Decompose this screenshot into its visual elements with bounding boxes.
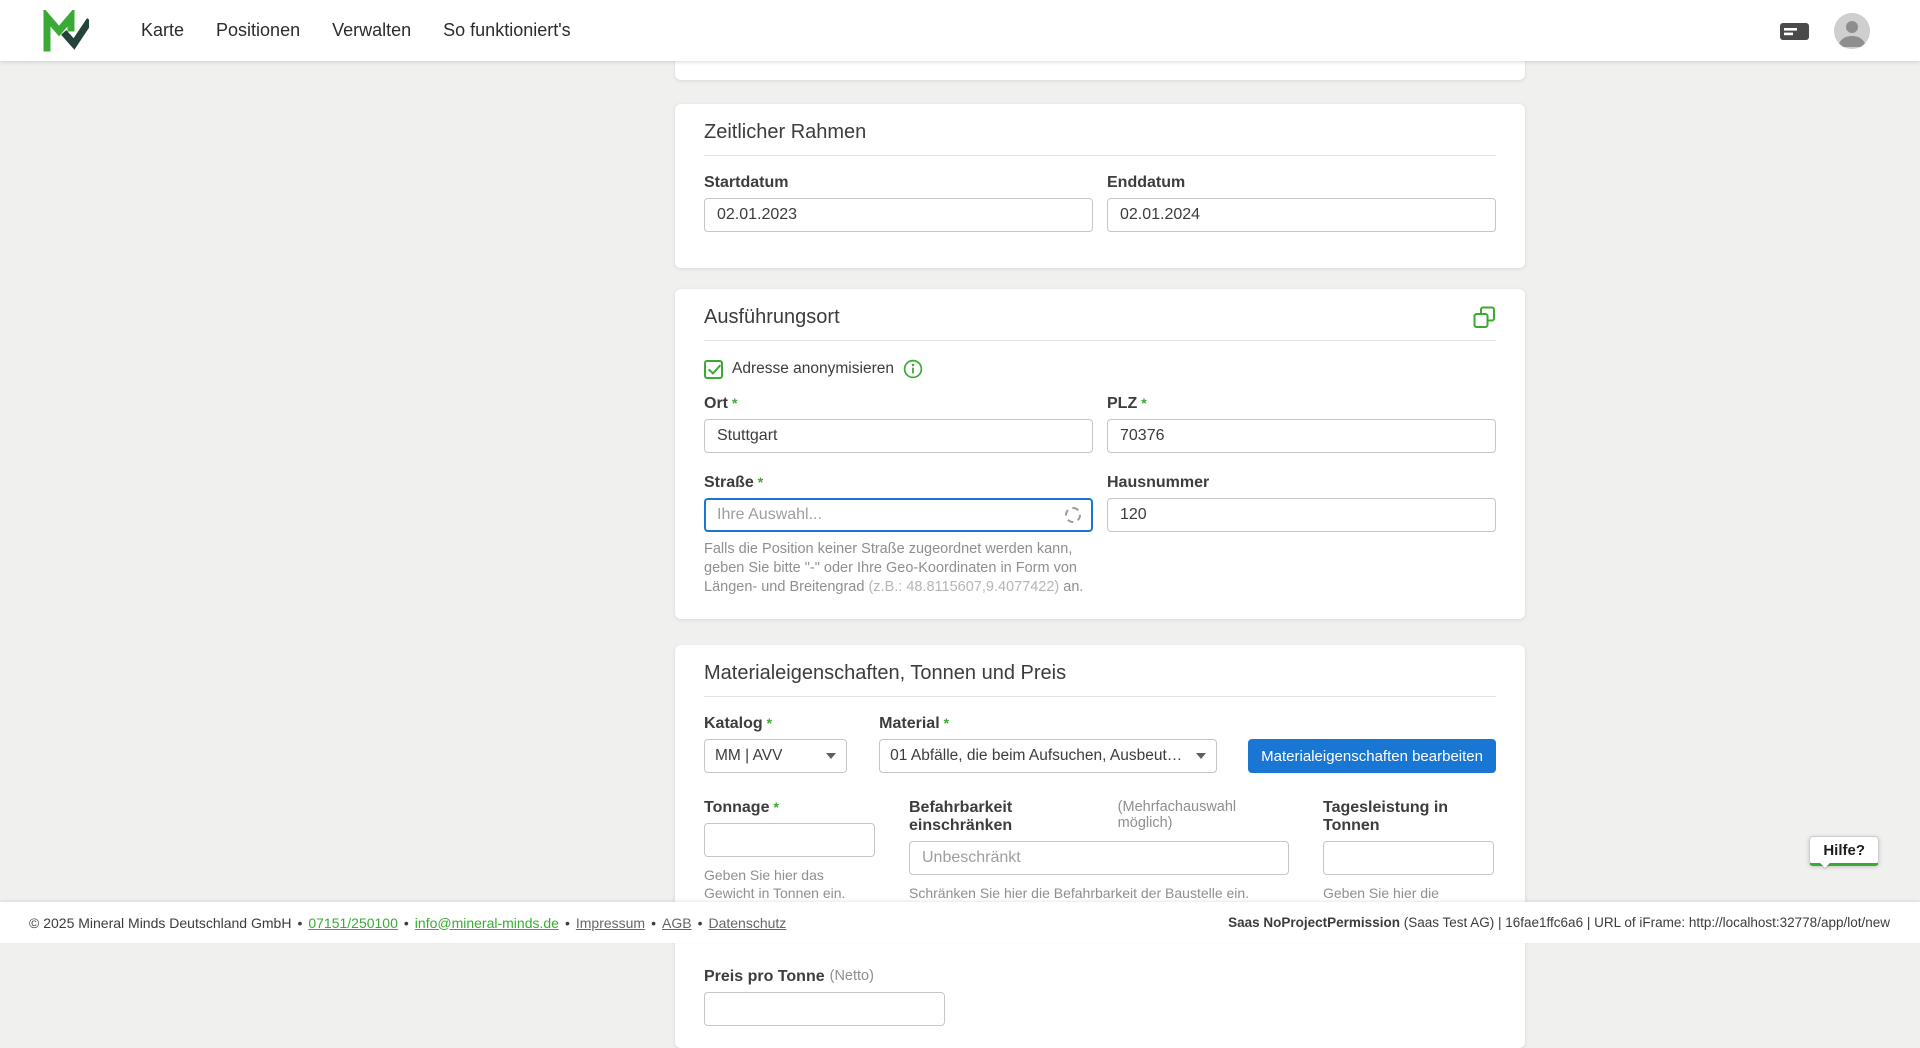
strasse-field: Straße * Falls die Position keiner Straß… bbox=[704, 474, 1093, 597]
divider bbox=[704, 155, 1496, 156]
befahrbarkeit-helper-text: Schränken Sie hier die Befahrbarkeit der… bbox=[909, 884, 1289, 902]
plz-label: PLZ bbox=[1107, 395, 1137, 413]
befahrbarkeit-label-hint: (Mehrfachauswahl möglich) bbox=[1118, 799, 1289, 831]
card-icon[interactable] bbox=[1779, 19, 1810, 43]
material-field: Material * 01 Abfälle, die beim Aufsuche… bbox=[879, 715, 1217, 773]
required-marker: * bbox=[767, 716, 772, 730]
previous-card-bottom bbox=[675, 61, 1525, 80]
time-frame-card: Zeitlicher Rahmen Startdatum Enddatum bbox=[675, 104, 1525, 268]
plz-input[interactable] bbox=[1107, 419, 1496, 453]
time-frame-title: Zeitlicher Rahmen bbox=[704, 121, 1496, 144]
execution-location-card: Ausführungsort Adresse anonymisieren bbox=[675, 289, 1525, 619]
top-navbar: Karte Positionen Verwalten So funktionie… bbox=[0, 0, 1920, 61]
strasse-helper-text: Falls die Position keiner Straße zugeord… bbox=[704, 540, 1093, 597]
tagesleistung-label: Tagesleistung in Tonnen bbox=[1323, 799, 1494, 835]
phone-link[interactable]: 07151/250100 bbox=[308, 915, 398, 931]
ort-input[interactable] bbox=[704, 419, 1093, 453]
required-marker: * bbox=[944, 716, 949, 730]
enddatum-field: Enddatum bbox=[1107, 174, 1496, 232]
lot-form-content: Zeitlicher Rahmen Startdatum Enddatum Au… bbox=[675, 61, 1525, 1048]
nav-item-positionen[interactable]: Positionen bbox=[216, 20, 300, 41]
edit-material-properties-button[interactable]: Materialeigenschaften bearbeiten bbox=[1248, 739, 1496, 773]
environment-name: Saas NoProjectPermission bbox=[1228, 915, 1400, 930]
preis-label-hint: (Netto) bbox=[830, 968, 874, 984]
enddatum-label: Enddatum bbox=[1107, 174, 1185, 192]
info-icon[interactable] bbox=[903, 359, 923, 379]
required-marker: * bbox=[1141, 396, 1146, 410]
help-button[interactable]: Hilfe? bbox=[1809, 836, 1879, 866]
enddatum-input[interactable] bbox=[1107, 198, 1496, 232]
divider bbox=[704, 340, 1496, 341]
loading-spinner-icon bbox=[1065, 507, 1081, 523]
page-footer: © 2025 Mineral Minds Deutschland GmbH • … bbox=[0, 902, 1920, 943]
befahrbarkeit-field: Befahrbarkeit einschränken (Mehrfachausw… bbox=[909, 799, 1289, 902]
chevron-down-icon bbox=[1196, 753, 1206, 759]
required-marker: * bbox=[758, 475, 763, 489]
nav-item-karte[interactable]: Karte bbox=[141, 20, 184, 41]
required-marker: * bbox=[732, 396, 737, 410]
separator-dot: • bbox=[297, 915, 302, 931]
strasse-input[interactable] bbox=[704, 498, 1093, 532]
material-select[interactable]: 01 Abfälle, die beim Aufsuchen, Ausbeute… bbox=[879, 739, 1217, 773]
befahrbarkeit-input[interactable] bbox=[909, 841, 1289, 875]
ort-field: Ort * bbox=[704, 395, 1093, 453]
main-navigation: Karte Positionen Verwalten So funktionie… bbox=[141, 20, 571, 41]
hausnummer-field: Hausnummer bbox=[1107, 474, 1496, 597]
preis-input[interactable] bbox=[704, 992, 945, 1026]
material-label: Material bbox=[879, 715, 939, 733]
katalog-select[interactable]: MM | AVV bbox=[704, 739, 847, 773]
navbar-right-actions bbox=[1779, 13, 1870, 49]
startdatum-field: Startdatum bbox=[704, 174, 1093, 232]
befahrbarkeit-label: Befahrbarkeit einschränken bbox=[909, 799, 1113, 835]
separator-dot: • bbox=[404, 915, 409, 931]
hausnummer-label: Hausnummer bbox=[1107, 474, 1209, 492]
material-properties-title: Materialeigenschaften, Tonnen und Preis bbox=[704, 662, 1496, 685]
nav-item-verwalten[interactable]: Verwalten bbox=[332, 20, 411, 41]
tagesleistung-input[interactable] bbox=[1323, 841, 1494, 875]
material-properties-card: Materialeigenschaften, Tonnen und Preis … bbox=[675, 645, 1525, 1048]
tonnage-field: Tonnage * Geben Sie hier das Gewicht in … bbox=[704, 799, 875, 902]
preis-label: Preis pro Tonne bbox=[704, 968, 825, 986]
ort-label: Ort bbox=[704, 395, 728, 413]
required-marker: * bbox=[773, 800, 778, 814]
tonnage-label: Tonnage bbox=[704, 799, 769, 817]
user-avatar[interactable] bbox=[1834, 13, 1870, 49]
anonymize-checkbox[interactable] bbox=[704, 360, 723, 379]
separator-dot: • bbox=[565, 915, 570, 931]
email-link[interactable]: info@mineral-minds.de bbox=[415, 915, 559, 931]
preis-field: Preis pro Tonne (Netto) bbox=[704, 968, 1496, 1026]
execution-location-title: Ausführungsort bbox=[704, 306, 840, 329]
environment-details: (Saas Test AG) | 16fae1ffc6a6 | URL of i… bbox=[1400, 915, 1890, 930]
copy-icon[interactable] bbox=[1473, 306, 1496, 329]
anonymize-label: Adresse anonymisieren bbox=[732, 360, 894, 378]
anonymize-address-option[interactable]: Adresse anonymisieren bbox=[704, 359, 1496, 379]
agb-link[interactable]: AGB bbox=[662, 915, 692, 931]
katalog-field: Katalog * MM | AVV bbox=[704, 715, 847, 773]
separator-dot: • bbox=[651, 915, 656, 931]
copyright-text: © 2025 Mineral Minds Deutschland GmbH bbox=[29, 915, 291, 931]
footer-legal-links: © 2025 Mineral Minds Deutschland GmbH • … bbox=[29, 915, 786, 931]
impressum-link[interactable]: Impressum bbox=[576, 915, 645, 931]
hausnummer-input[interactable] bbox=[1107, 498, 1496, 532]
mineral-minds-logo-icon[interactable] bbox=[43, 10, 89, 52]
environment-info: Saas NoProjectPermission (Saas Test AG) … bbox=[1228, 915, 1890, 930]
divider bbox=[704, 696, 1496, 697]
tonnage-input[interactable] bbox=[704, 823, 875, 857]
person-icon bbox=[1834, 13, 1870, 49]
nav-item-so-funktionierts[interactable]: So funktioniert's bbox=[443, 20, 571, 41]
startdatum-input[interactable] bbox=[704, 198, 1093, 232]
separator-dot: • bbox=[698, 915, 703, 931]
chevron-down-icon bbox=[826, 753, 836, 759]
datenschutz-link[interactable]: Datenschutz bbox=[708, 915, 786, 931]
strasse-label: Straße bbox=[704, 474, 754, 492]
plz-field: PLZ * bbox=[1107, 395, 1496, 453]
startdatum-label: Startdatum bbox=[704, 174, 788, 192]
katalog-label: Katalog bbox=[704, 715, 763, 733]
tonnage-helper-text: Geben Sie hier das Gewicht in Tonnen ein… bbox=[704, 866, 875, 902]
